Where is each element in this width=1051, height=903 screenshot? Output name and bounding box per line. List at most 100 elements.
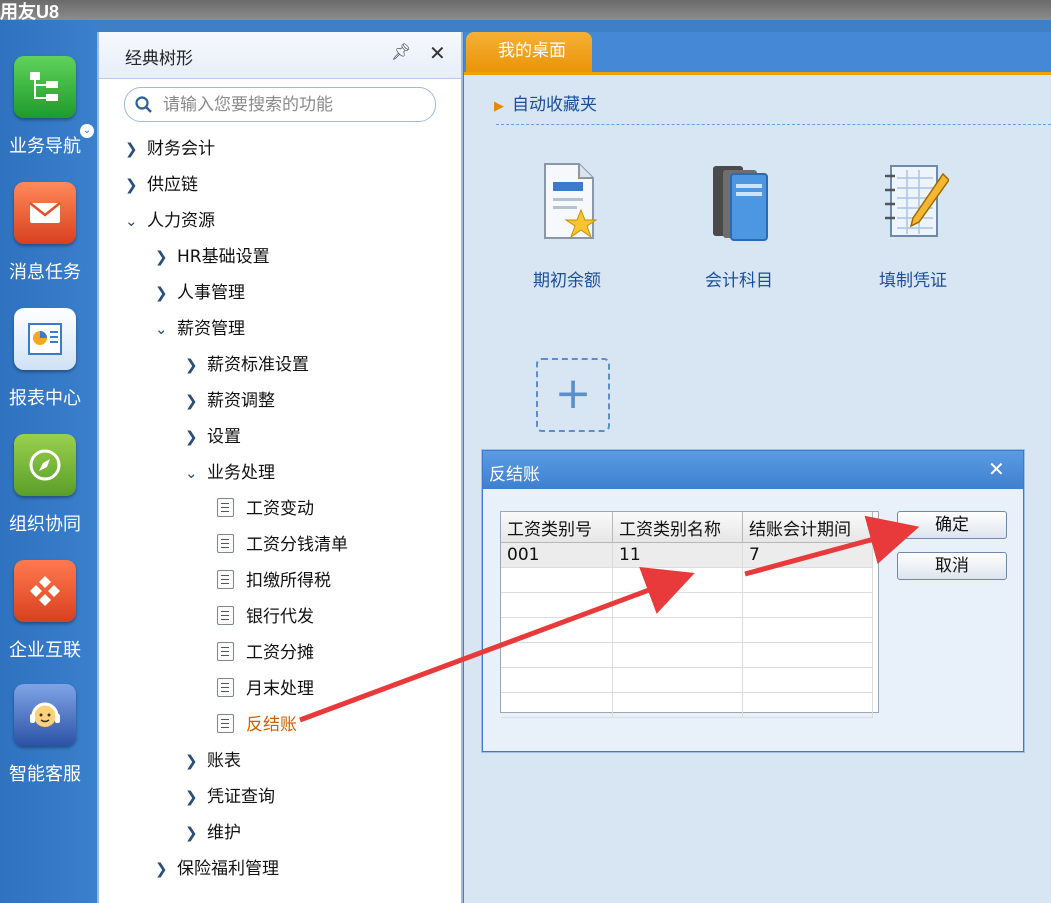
node-label: 账表 [207,751,241,771]
tree-leaf-pay-breakdown[interactable]: 工资分钱清单 [217,530,348,560]
document-list-icon [217,533,234,553]
tree-panel: 经典树形 📌︎ ✕ ❯ 财务会计 ❯ 供应链 ⌄ 人力资源 ❯ HR基础设置 ❯ 人事管理… [97,32,463,903]
chevron-right-icon: ❯ [185,392,198,410]
search-box[interactable] [124,87,436,122]
pin-icon[interactable]: 📌︎ [391,42,411,61]
node-label: 维护 [207,823,241,843]
rail-label: 智能客服 [9,764,81,785]
table-cell: 001 [501,542,613,568]
tree-node-settings[interactable]: ❯ 设置 [185,422,241,452]
node-label: 薪资管理 [177,319,245,339]
node-label: 银行代发 [246,607,314,627]
chevron-right-icon: ❯ [185,824,198,842]
rail-label: 消息任务 [9,262,81,283]
tree-leaf-month-end[interactable]: 月末处理 [217,674,314,704]
tab-bar: 我的桌面 [464,32,1051,75]
tree-node-voucher-query[interactable]: ❯ 凭证查询 [185,782,275,812]
shortcut-opening-balance[interactable]: 期初余额 [512,160,622,291]
tree-node-hr-base[interactable]: ❯ HR基础设置 [155,242,270,272]
tree-nav-icon [14,56,76,118]
connect-icon [14,560,76,622]
table-row[interactable]: 001 11 7 [501,542,873,568]
tree-node-business[interactable]: ⌄ 业务处理 [185,458,275,488]
node-label: 财务会计 [147,139,215,159]
document-list-icon [217,677,234,697]
node-label: 薪资调整 [207,391,275,411]
shortcut-fill-voucher[interactable]: 填制凭证 [858,160,968,291]
reverse-close-dialog: 反结账 ✕ 工资类别号 工资类别名称 结账会计期间 001 11 7 确定 取消 [482,450,1024,752]
tree-leaf-pay-change[interactable]: 工资变动 [217,494,314,524]
column-header[interactable]: 工资类别名称 [612,512,743,543]
tree-node-insurance[interactable]: ❯ 保险福利管理 [155,854,279,884]
tree-leaf-reverse-close[interactable]: 反结账 [217,710,297,740]
chevron-right-icon: ❯ [125,176,138,194]
close-icon[interactable]: ✕ [988,457,1005,481]
shortcut-accounts[interactable]: 会计科目 [684,160,794,291]
chevron-right-icon: ❯ [125,140,138,158]
tree-node-maintenance[interactable]: ❯ 维护 [185,818,241,848]
divider [496,124,1051,125]
mail-icon [14,182,76,244]
tree-title: 经典树形 [125,49,193,69]
chevron-right-icon: ❯ [185,788,198,806]
table-row [501,667,873,693]
chevron-down-icon: ⌄ [155,320,168,338]
tree-node-supply-chain[interactable]: ❯ 供应链 [125,170,198,200]
node-label: 保险福利管理 [177,859,279,879]
dialog-title-bar: 反结账 ✕ [483,451,1023,489]
triangle-right-icon: ▶ [494,99,504,114]
close-icon[interactable]: ✕ [429,41,446,65]
add-shortcut-button[interactable]: + [536,358,610,432]
tab-my-desktop[interactable]: 我的桌面 [466,32,592,72]
tree-node-finance[interactable]: ❯ 财务会计 [125,134,215,164]
tree-leaf-tax[interactable]: 扣缴所得税 [217,566,331,596]
node-label: 工资分摊 [246,643,314,663]
document-star-icon [544,163,598,239]
chevron-down-icon: ⌄ [125,212,138,230]
document-list-icon [217,497,234,517]
table-row [501,592,873,618]
table-cell: 11 [612,542,743,568]
books-icon [713,166,768,241]
chevron-right-icon: ❯ [185,752,198,770]
tree-node-pay-adjust[interactable]: ❯ 薪资调整 [185,386,275,416]
table-row [501,692,873,718]
tree-leaf-bank[interactable]: 银行代发 [217,602,314,632]
rail-label: 组织协同 [9,514,81,535]
left-rail: ⌄ 业务导航 消息任务 报表中心 组织协同 企业互联 智能客服 [0,20,97,903]
tree-node-personnel[interactable]: ❯ 人事管理 [155,278,245,308]
tree-node-hr[interactable]: ⌄ 人力资源 [125,206,215,236]
report-icon [14,308,76,370]
tree-node-payroll[interactable]: ⌄ 薪资管理 [155,314,245,344]
shortcut-label: 填制凭证 [879,271,947,291]
shortcut-label: 会计科目 [705,271,773,291]
node-label: HR基础设置 [177,247,270,267]
table-row [501,567,873,593]
chevron-down-icon: ⌄ [185,464,198,482]
table-row [501,617,873,643]
cancel-button[interactable]: 取消 [897,552,1007,580]
title-bar: 用友U8 [0,0,1051,22]
rail-label: 业务导航 [9,136,81,157]
headset-icon [14,684,76,746]
node-label: 人事管理 [177,283,245,303]
node-label: 供应链 [147,175,198,195]
rail-label: 企业互联 [9,640,81,661]
node-label: 薪资标准设置 [207,355,309,375]
payroll-category-table: 工资类别号 工资类别名称 结账会计期间 001 11 7 [500,511,879,718]
ok-button[interactable]: 确定 [897,511,1007,539]
document-list-icon [217,641,234,661]
favorites-title[interactable]: ▶ 自动收藏夹 [494,90,597,115]
dialog-title: 反结账 [489,465,540,485]
search-input[interactable] [161,93,425,117]
column-header[interactable]: 工资类别号 [501,512,613,543]
document-list-icon [217,569,234,589]
tree-node-pay-standard[interactable]: ❯ 薪资标准设置 [185,350,309,380]
tree-leaf-allocation[interactable]: 工资分摊 [217,638,314,668]
node-label: 业务处理 [207,463,275,483]
tree-node-reports[interactable]: ❯ 账表 [185,746,241,776]
shortcut-label: 期初余额 [533,271,601,291]
compass-icon [14,434,76,496]
chevron-right-icon: ❯ [185,428,198,446]
column-header[interactable]: 结账会计期间 [742,512,873,543]
